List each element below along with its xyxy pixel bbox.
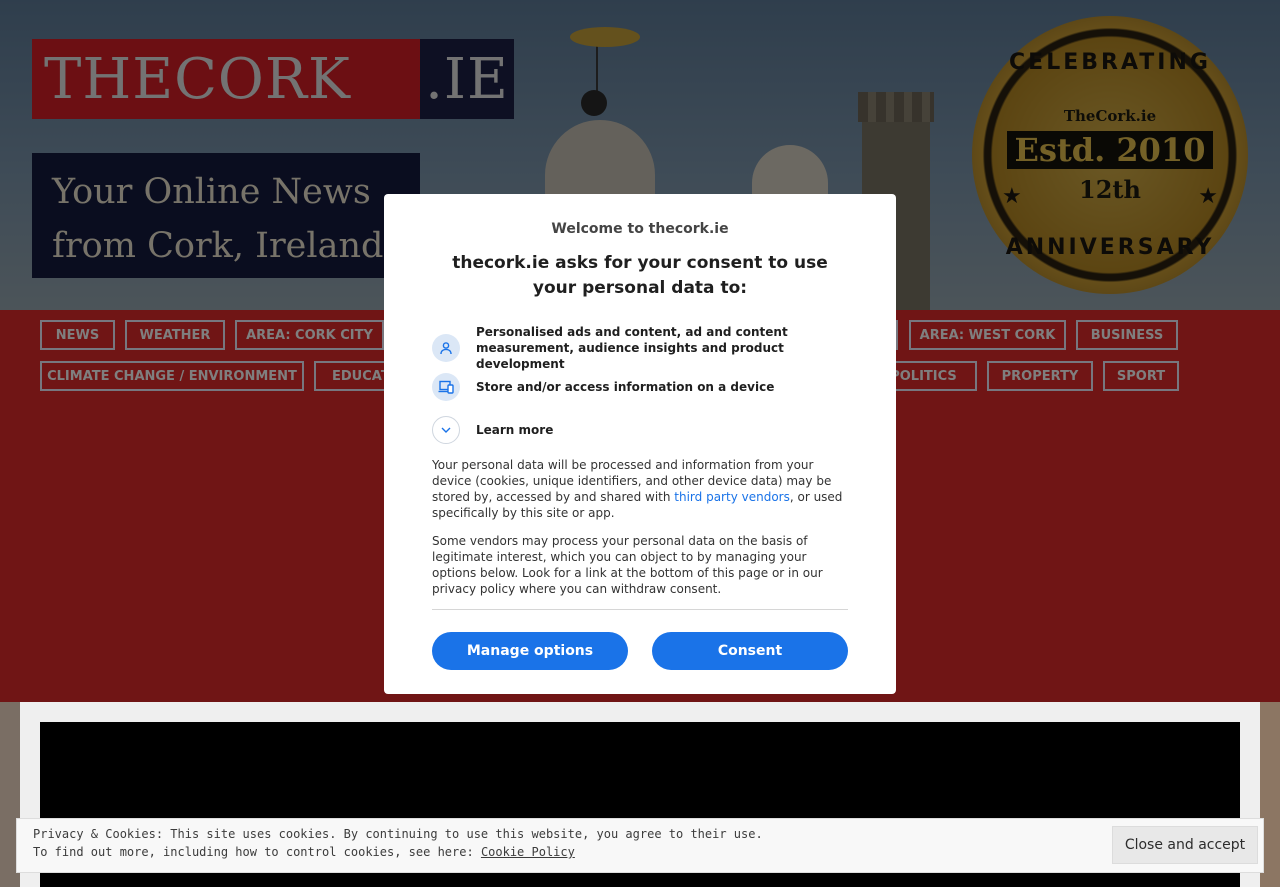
consent-button[interactable]: Consent <box>652 632 848 670</box>
consent-heading: thecork.ie asks for your consent to use … <box>452 253 828 298</box>
manage-options-button[interactable]: Manage options <box>432 632 628 670</box>
cookie-notice-text: To find out more, including how to contr… <box>33 845 481 859</box>
consent-paragraph-1: Your personal data will be processed and… <box>432 457 848 521</box>
divider <box>432 609 848 610</box>
consent-dialog: Welcome to thecork.ie thecork.ie asks fo… <box>384 194 896 694</box>
purpose-label: Store and/or access information on a dev… <box>476 380 775 394</box>
purpose-personalised-ads: Personalised ads and content, ad and con… <box>432 324 848 372</box>
cookie-notice-line-1: Privacy & Cookies: This site uses cookie… <box>33 827 763 841</box>
learn-more-label[interactable]: Learn more <box>476 422 553 438</box>
third-party-vendors-link[interactable]: third party vendors <box>674 490 790 504</box>
chevron-down-icon[interactable] <box>432 416 460 444</box>
purpose-label: Personalised ads and content, ad and con… <box>476 325 788 371</box>
cookie-notice-line-2: To find out more, including how to contr… <box>33 845 575 859</box>
learn-more-toggle[interactable]: Learn more <box>432 416 848 444</box>
consent-welcome: Welcome to thecork.ie <box>551 221 729 237</box>
close-and-accept-button[interactable]: Close and accept <box>1112 826 1258 864</box>
cookie-notice-bar: Privacy & Cookies: This site uses cookie… <box>16 818 1264 873</box>
cookie-policy-link[interactable]: Cookie Policy <box>481 845 575 859</box>
person-icon <box>432 334 460 362</box>
devices-icon <box>432 373 460 401</box>
consent-paragraph-2: Some vendors may process your personal d… <box>432 534 823 596</box>
purpose-store-access: Store and/or access information on a dev… <box>432 373 848 401</box>
